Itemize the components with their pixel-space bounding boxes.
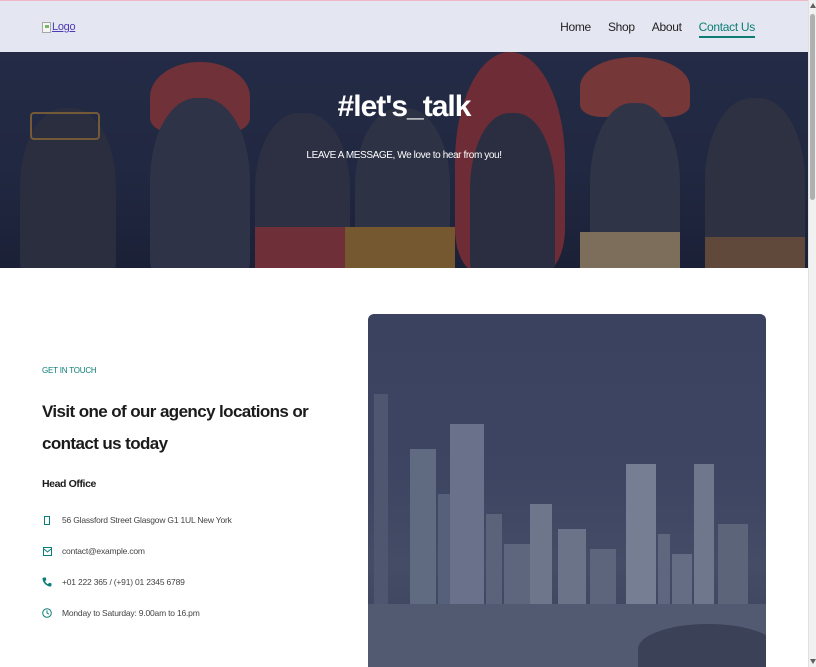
site-header: Logo Home Shop About Contact Us [0, 1, 808, 52]
hero-title: #let's_talk [337, 90, 472, 123]
email-row: contact@example.com [42, 545, 145, 557]
head-office-title: Head Office [42, 478, 96, 490]
phone-text[interactable]: +01 222 365 / (+91) 01 2345 6789 [62, 577, 185, 587]
nav-shop[interactable]: Shop [608, 20, 635, 38]
main-nav: Home Shop About Contact Us [560, 20, 755, 38]
hours-text: Monday to Saturday: 9.00am to 16.pm [62, 608, 200, 618]
scroll-thumb[interactable] [810, 14, 815, 200]
nav-contact-us[interactable]: Contact Us [698, 20, 755, 38]
nav-home[interactable]: Home [560, 20, 591, 38]
scroll-up-arrow-icon[interactable] [810, 3, 816, 8]
email-text[interactable]: contact@example.com [62, 546, 145, 556]
vertical-scrollbar[interactable] [808, 0, 816, 667]
phone-row: +01 222 365 / (+91) 01 2345 6789 [42, 576, 185, 588]
broken-image-icon [42, 21, 51, 33]
city-skyline-image [368, 314, 766, 667]
contact-heading: Visit one of our agency locations or con… [42, 402, 309, 453]
clock-icon [42, 607, 52, 619]
address-row: 56 Glassford Street Glasgow G1 1UL New Y… [42, 514, 232, 526]
map-marker-icon [42, 514, 52, 526]
section-eyebrow: GET IN TOUCH [42, 366, 97, 375]
address-text: 56 Glassford Street Glasgow G1 1UL New Y… [62, 515, 232, 525]
hero-banner: #let's_talk LEAVE A MESSAGE, We love to … [0, 52, 808, 268]
hero-subtitle: LEAVE A MESSAGE, We love to hear from yo… [306, 150, 502, 161]
envelope-icon [42, 545, 52, 557]
phone-icon [42, 576, 52, 588]
logo-alt-text: Logo [52, 21, 76, 33]
hours-row: Monday to Saturday: 9.00am to 16.pm [42, 607, 200, 619]
logo-link[interactable]: Logo [42, 21, 76, 33]
nav-about[interactable]: About [652, 20, 682, 38]
scroll-down-arrow-icon[interactable] [810, 659, 816, 664]
